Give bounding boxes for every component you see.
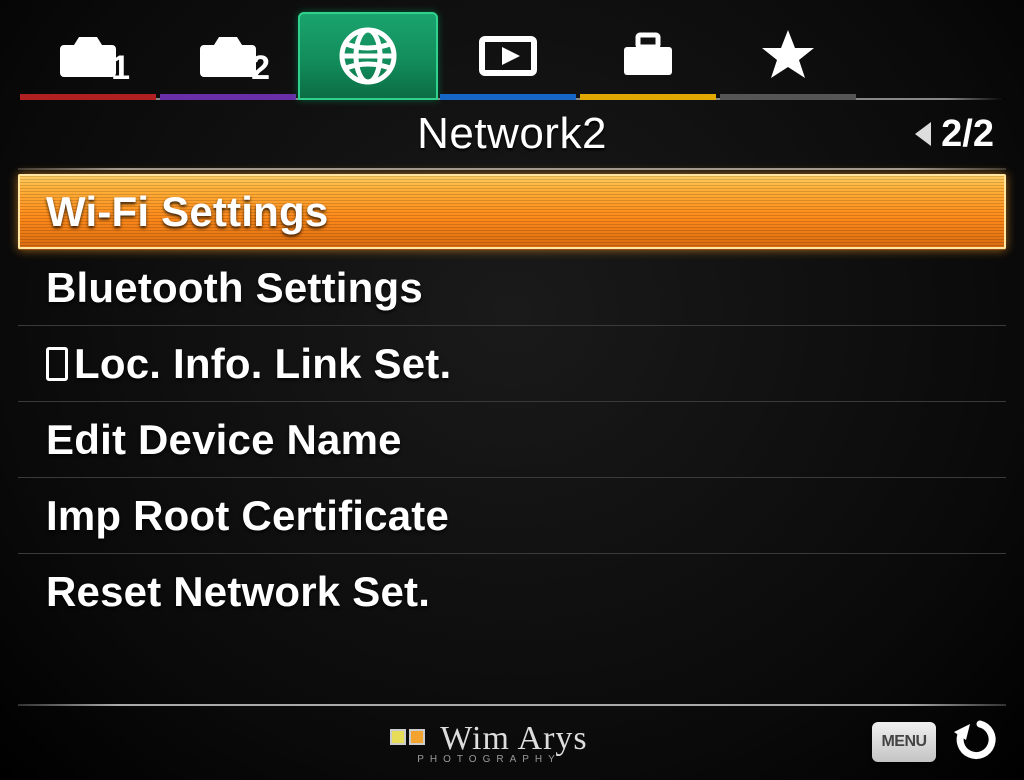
menu-item-label: Wi-Fi Settings xyxy=(46,188,328,236)
menu-item-edit-device-name[interactable]: Edit Device Name xyxy=(18,402,1006,478)
menu-button-label: MENU xyxy=(881,733,926,751)
menu-item-reset-network[interactable]: Reset Network Set. xyxy=(18,554,1006,630)
tab-bar: 1 2 xyxy=(18,12,1006,100)
menu-item-wifi-settings[interactable]: Wi-Fi Settings xyxy=(18,174,1006,250)
watermark-logo-icon xyxy=(390,729,425,745)
page-indicator[interactable]: 2/2 xyxy=(915,113,994,156)
tab-camera-1[interactable]: 1 xyxy=(18,12,158,100)
menu-item-label: Bluetooth Settings xyxy=(46,264,423,312)
menu-item-label: Edit Device Name xyxy=(46,416,402,464)
tab-badge-2: 2 xyxy=(251,49,270,88)
tab-network[interactable] xyxy=(298,12,438,100)
menu-item-bluetooth-settings[interactable]: Bluetooth Settings xyxy=(18,250,1006,326)
watermark-sub: PHOTOGRAPHY xyxy=(106,754,872,765)
divider xyxy=(18,704,1006,706)
tab-camera-2[interactable]: 2 xyxy=(158,12,298,100)
tab-badge-1: 1 xyxy=(111,49,130,88)
menu-list: Wi-Fi Settings Bluetooth Settings Loc. I… xyxy=(18,174,1006,704)
chevron-left-icon xyxy=(915,122,931,146)
back-arrow-icon xyxy=(950,718,998,762)
page-header: Network2 2/2 xyxy=(18,100,1006,168)
toolbox-icon xyxy=(616,29,680,83)
page-indicator-text: 2/2 xyxy=(941,113,994,156)
menu-item-imp-root-certificate[interactable]: Imp Root Certificate xyxy=(18,478,1006,554)
divider xyxy=(18,168,1006,170)
footer-bar: Wim Arys PHOTOGRAPHY MENU xyxy=(18,712,1006,772)
page-title: Network2 xyxy=(417,109,607,159)
tab-favorites[interactable] xyxy=(718,12,858,100)
menu-button[interactable]: MENU xyxy=(872,722,936,762)
tab-playback[interactable] xyxy=(438,12,578,100)
playback-icon xyxy=(474,31,542,81)
watermark-text: Wim Arys xyxy=(440,720,587,757)
menu-item-label: Reset Network Set. xyxy=(46,568,430,616)
menu-item-loc-info-link[interactable]: Loc. Info. Link Set. xyxy=(18,326,1006,402)
phone-icon xyxy=(46,347,68,381)
tab-setup[interactable] xyxy=(578,12,718,100)
star-icon xyxy=(758,26,818,86)
watermark: Wim Arys PHOTOGRAPHY xyxy=(106,720,872,765)
back-button[interactable] xyxy=(950,718,998,767)
menu-item-label: Loc. Info. Link Set. xyxy=(74,340,451,388)
globe-icon xyxy=(336,24,400,88)
menu-item-label: Imp Root Certificate xyxy=(46,492,449,540)
